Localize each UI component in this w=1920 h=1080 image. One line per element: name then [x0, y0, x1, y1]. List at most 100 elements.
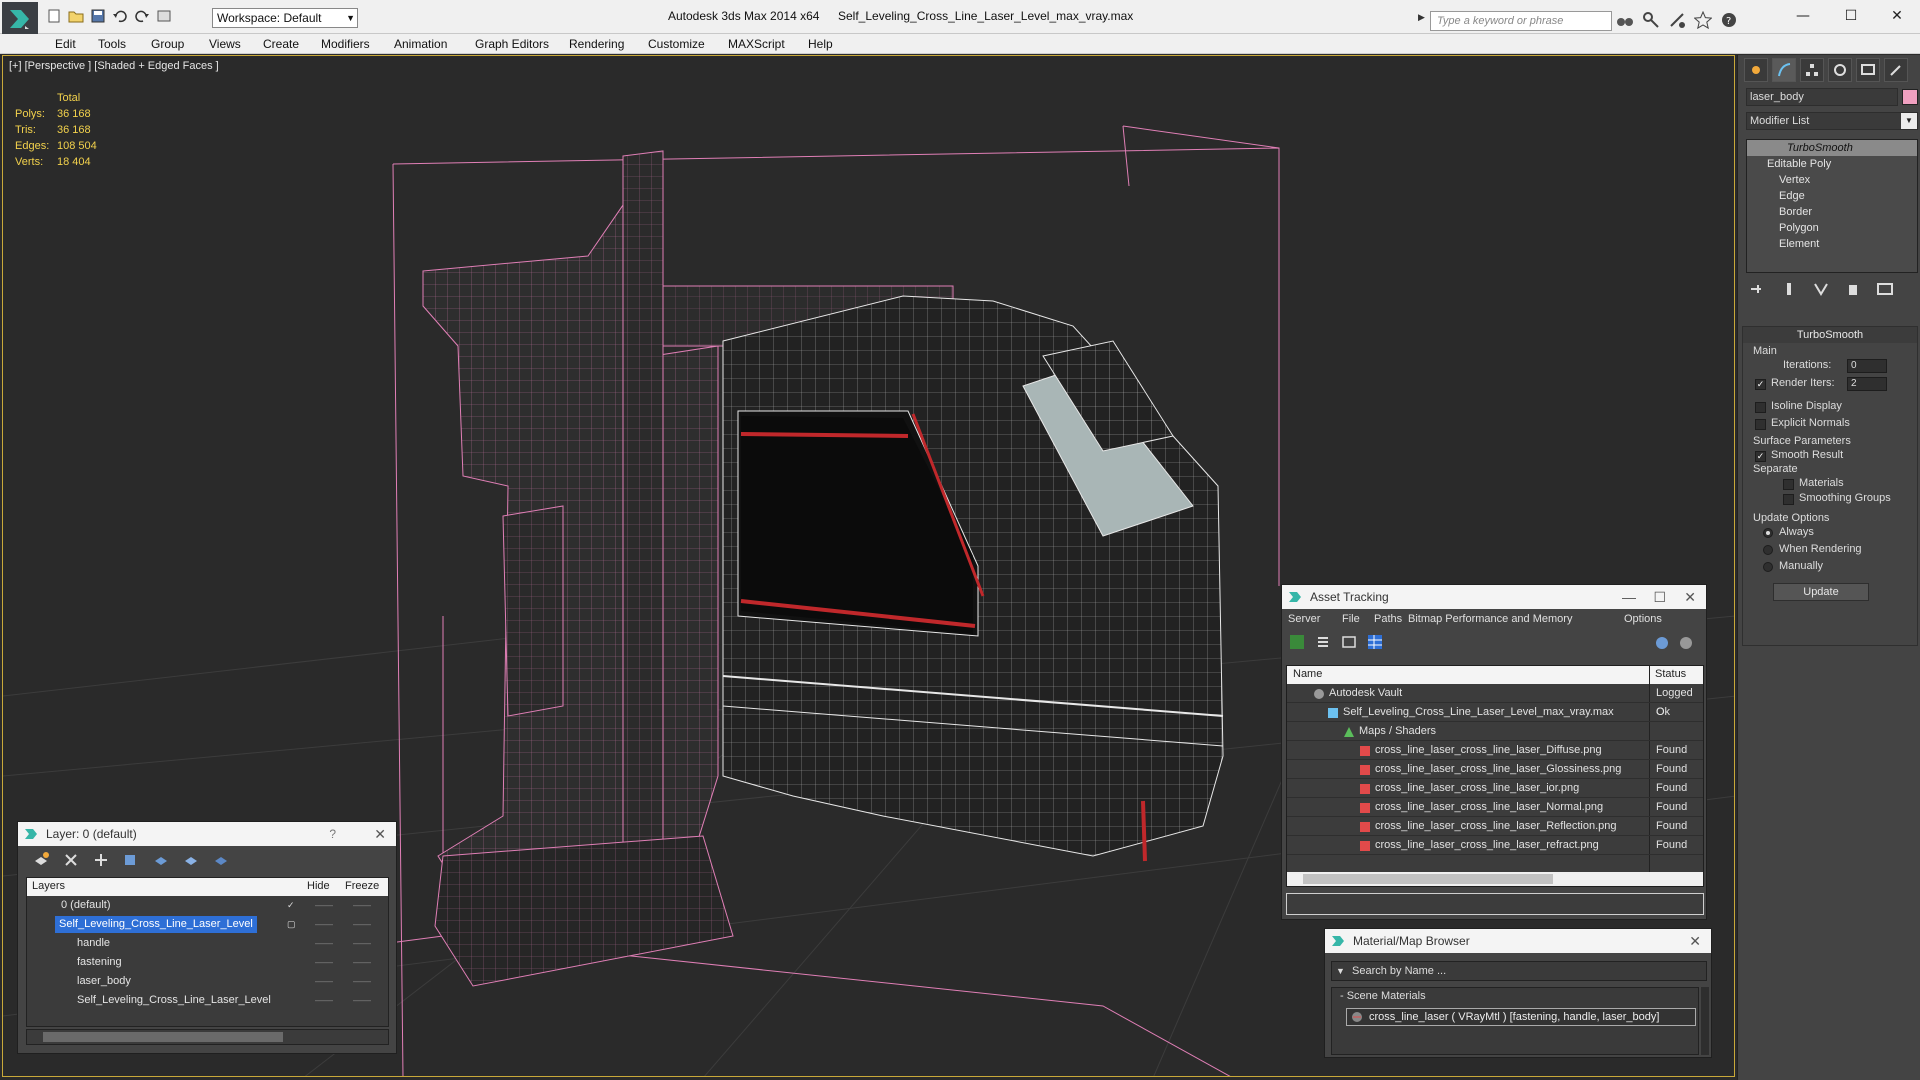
- key-icon[interactable]: [1642, 11, 1660, 29]
- material-item[interactable]: cross_line_laser ( VRayMtl ) [fastening,…: [1346, 1008, 1696, 1026]
- menu-group[interactable]: Group: [151, 37, 184, 51]
- viewport-label[interactable]: [+] [Perspective ] [Shaded + Edged Faces…: [9, 60, 219, 72]
- when-rendering-radio[interactable]: [1763, 545, 1773, 555]
- scrollbar-thumb[interactable]: [43, 1032, 283, 1042]
- display-tab-icon[interactable]: [1856, 58, 1880, 82]
- freeze-toggle[interactable]: ——: [353, 991, 371, 1010]
- table-row[interactable]: cross_line_laser_cross_line_laser_Normal…: [1287, 798, 1703, 817]
- table-row[interactable]: cross_line_laser_cross_line_laser_Reflec…: [1287, 817, 1703, 836]
- stack-item-element[interactable]: Element: [1747, 236, 1917, 252]
- help-icon[interactable]: ?: [1720, 11, 1738, 29]
- column-name[interactable]: Name: [1293, 668, 1322, 680]
- menu-options[interactable]: Options: [1624, 613, 1662, 625]
- project-folder-icon[interactable]: [156, 8, 172, 24]
- object-name-field[interactable]: laser_body: [1746, 88, 1898, 106]
- menu-rendering[interactable]: Rendering: [569, 37, 624, 51]
- render-iters-spinner[interactable]: 2: [1847, 377, 1887, 391]
- update-button[interactable]: Update: [1773, 583, 1869, 601]
- material-search-input[interactable]: ▼ Search by Name ...: [1331, 961, 1707, 981]
- path-status-field[interactable]: [1286, 893, 1704, 915]
- stack-item-turbosmooth[interactable]: TurboSmooth: [1747, 140, 1917, 156]
- freeze-toggle[interactable]: ——: [353, 953, 371, 972]
- menu-views[interactable]: Views: [209, 37, 241, 51]
- maximize-icon[interactable]: ☐: [1653, 585, 1666, 609]
- menu-customize[interactable]: Customize: [648, 37, 705, 51]
- explicit-normals-checkbox[interactable]: [1755, 419, 1766, 430]
- stack-item-border[interactable]: Border: [1747, 204, 1917, 220]
- column-status[interactable]: Status: [1655, 668, 1686, 680]
- hide-toggle[interactable]: ——: [315, 915, 333, 934]
- minimize-button[interactable]: —: [1780, 0, 1826, 32]
- stack-item-vertex[interactable]: Vertex: [1747, 172, 1917, 188]
- iterations-spinner[interactable]: 0: [1847, 359, 1887, 373]
- object-color-swatch[interactable]: [1902, 89, 1918, 105]
- menu-graph-editors[interactable]: Graph Editors: [475, 37, 549, 51]
- hide-all-icon[interactable]: [182, 851, 202, 869]
- table-view-icon[interactable]: [1366, 633, 1384, 651]
- modifier-list-dropdown[interactable]: Modifier List ▼: [1746, 112, 1918, 130]
- hide-toggle[interactable]: ——: [315, 953, 333, 972]
- remove-modifier-icon[interactable]: [1844, 281, 1864, 299]
- column-layers[interactable]: Layers: [32, 880, 65, 892]
- hierarchy-tab-icon[interactable]: [1800, 58, 1824, 82]
- undo-icon[interactable]: [112, 8, 128, 24]
- stack-item-polygon[interactable]: Polygon: [1747, 220, 1917, 236]
- manually-radio[interactable]: [1763, 562, 1773, 572]
- delete-layer-icon[interactable]: [62, 851, 82, 869]
- render-iters-checkbox[interactable]: ✓: [1755, 379, 1766, 390]
- menu-server[interactable]: Server: [1288, 613, 1320, 625]
- minimize-icon[interactable]: —: [1622, 585, 1636, 609]
- horizontal-scrollbar[interactable]: [26, 1029, 389, 1045]
- freeze-toggle[interactable]: ——: [353, 915, 371, 934]
- isoline-checkbox[interactable]: [1755, 402, 1766, 413]
- menu-modifiers[interactable]: Modifiers: [321, 37, 370, 51]
- close-icon[interactable]: ✕: [1684, 585, 1696, 609]
- menu-file[interactable]: File: [1342, 613, 1360, 625]
- smooth-result-checkbox[interactable]: ✓: [1755, 451, 1766, 462]
- list-view-icon[interactable]: [1314, 633, 1332, 651]
- show-end-result-icon[interactable]: [1780, 281, 1800, 299]
- close-icon[interactable]: ✕: [1689, 929, 1701, 953]
- menu-help[interactable]: Help: [808, 37, 833, 51]
- motion-tab-icon[interactable]: [1828, 58, 1852, 82]
- search-expand-icon[interactable]: ▶: [1418, 13, 1425, 23]
- horizontal-scrollbar[interactable]: [1287, 872, 1703, 886]
- help-icon[interactable]: ?: [329, 822, 336, 846]
- hide-toggle[interactable]: ——: [315, 934, 333, 953]
- thumbnail-view-icon[interactable]: [1340, 633, 1358, 651]
- hide-toggle[interactable]: ——: [315, 896, 333, 915]
- add-to-layer-icon[interactable]: [92, 851, 112, 869]
- scene-materials-group[interactable]: - Scene Materials: [1340, 990, 1426, 1002]
- close-icon[interactable]: ✕: [374, 822, 386, 846]
- make-unique-icon[interactable]: [1812, 281, 1832, 299]
- hide-toggle[interactable]: ——: [315, 991, 333, 1010]
- layer-row[interactable]: Self_Leveling_Cross_Line_Laser_Level ▢ —…: [27, 915, 388, 934]
- select-objects-icon[interactable]: [122, 851, 142, 869]
- layer-row[interactable]: laser_body —— ——: [27, 972, 388, 991]
- window-titlebar[interactable]: Material/Map Browser ✕: [1325, 929, 1711, 953]
- save-file-icon[interactable]: [90, 8, 106, 24]
- layer-row[interactable]: fastening —— ——: [27, 953, 388, 972]
- menu-create[interactable]: Create: [263, 37, 299, 51]
- layer-row[interactable]: handle —— ——: [27, 934, 388, 953]
- materials-checkbox[interactable]: [1783, 479, 1794, 490]
- column-freeze[interactable]: Freeze: [345, 880, 379, 892]
- table-row[interactable]: Self_Leveling_Cross_Line_Laser_Level_max…: [1287, 703, 1703, 722]
- current-layer-check-icon[interactable]: ✓: [287, 896, 295, 915]
- menu-animation[interactable]: Animation: [394, 37, 447, 51]
- maximize-button[interactable]: ☐: [1828, 0, 1874, 32]
- stack-item-editable-poly[interactable]: Editable Poly: [1747, 156, 1917, 172]
- menu-maxscript[interactable]: MAXScript: [728, 37, 785, 51]
- freeze-toggle[interactable]: ——: [353, 896, 371, 915]
- smoothing-groups-checkbox[interactable]: [1783, 494, 1794, 505]
- table-row[interactable]: cross_line_laser_cross_line_laser_Glossi…: [1287, 760, 1703, 779]
- table-row[interactable]: Maps / Shaders: [1287, 722, 1703, 741]
- open-file-icon[interactable]: [68, 8, 84, 24]
- configure-sets-icon[interactable]: [1876, 281, 1896, 299]
- redo-icon[interactable]: [134, 8, 150, 24]
- layer-row[interactable]: 0 (default) ✓ —— ——: [27, 896, 388, 915]
- new-file-icon[interactable]: [46, 8, 62, 24]
- communication-icon[interactable]: [1668, 11, 1686, 29]
- new-layer-icon[interactable]: [32, 851, 52, 869]
- current-layer-box-icon[interactable]: ▢: [287, 915, 296, 934]
